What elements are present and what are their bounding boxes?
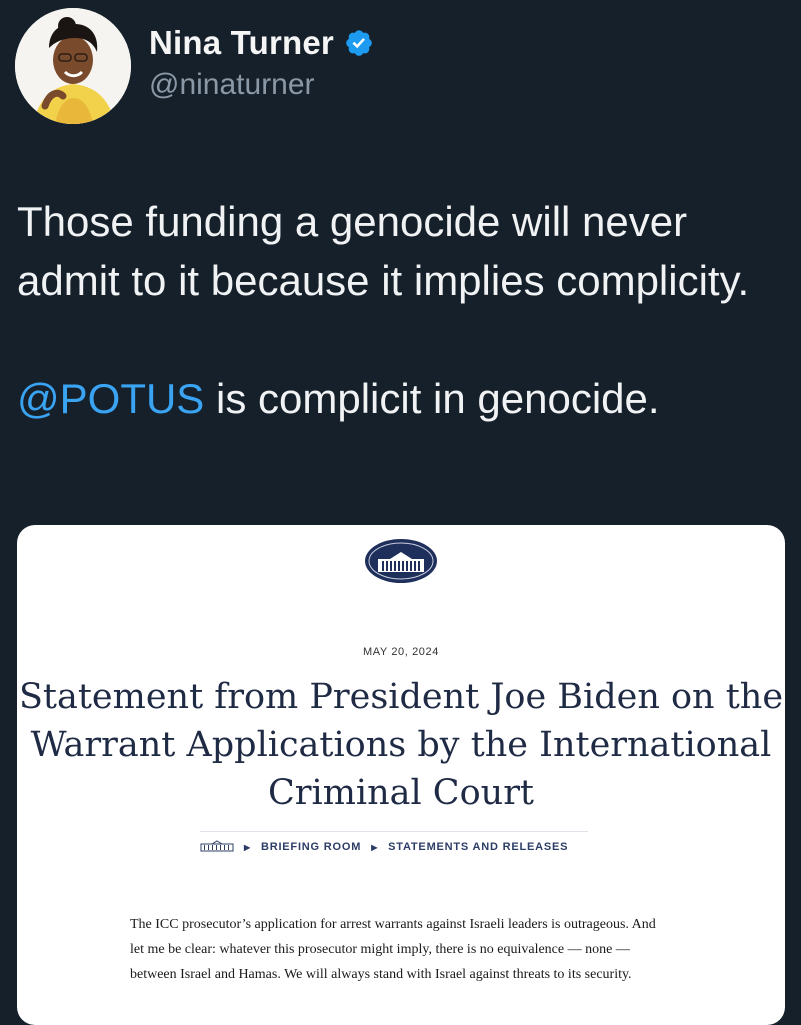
handle[interactable]: @ninaturner [149, 68, 374, 102]
chevron-right-icon: ▶ [371, 842, 379, 852]
profile-photo [15, 8, 131, 124]
chevron-right-icon: ▶ [244, 842, 251, 852]
attached-image-card[interactable]: MAY 20, 2024 Statement from President Jo… [17, 525, 785, 1025]
tweet-header: Nina Turner @ninaturner [15, 8, 785, 124]
breadcrumb: ▶ BRIEFING ROOM ▶ STATEMENTS AND RELEASE… [200, 831, 588, 862]
mention-link[interactable]: @POTUS [17, 375, 204, 422]
display-name[interactable]: Nina Turner [149, 24, 334, 62]
statement-date: MAY 20, 2024 [363, 646, 439, 658]
avatar[interactable] [15, 8, 131, 124]
statement-body: The ICC prosecutor’s application for arr… [130, 917, 656, 982]
white-house-icon[interactable] [200, 839, 234, 855]
breadcrumb-briefing-room[interactable]: BRIEFING ROOM [261, 841, 361, 853]
verified-badge-icon [344, 28, 374, 58]
tweet-paragraph-2: @POTUS is complicit in genocide. [17, 369, 777, 428]
author-info: Nina Turner @ninaturner [149, 24, 374, 102]
tweet-paragraph-1: Those funding a genocide will never admi… [17, 198, 750, 304]
white-house-seal-icon [352, 533, 450, 594]
tweet-text: Those funding a genocide will never admi… [17, 192, 777, 428]
tweet-paragraph-2-text: is complicit in genocide. [204, 375, 660, 422]
breadcrumb-statements-and-releases[interactable]: STATEMENTS AND RELEASES [388, 841, 568, 853]
statement-headline: Statement from President Joe Biden on th… [18, 677, 784, 813]
